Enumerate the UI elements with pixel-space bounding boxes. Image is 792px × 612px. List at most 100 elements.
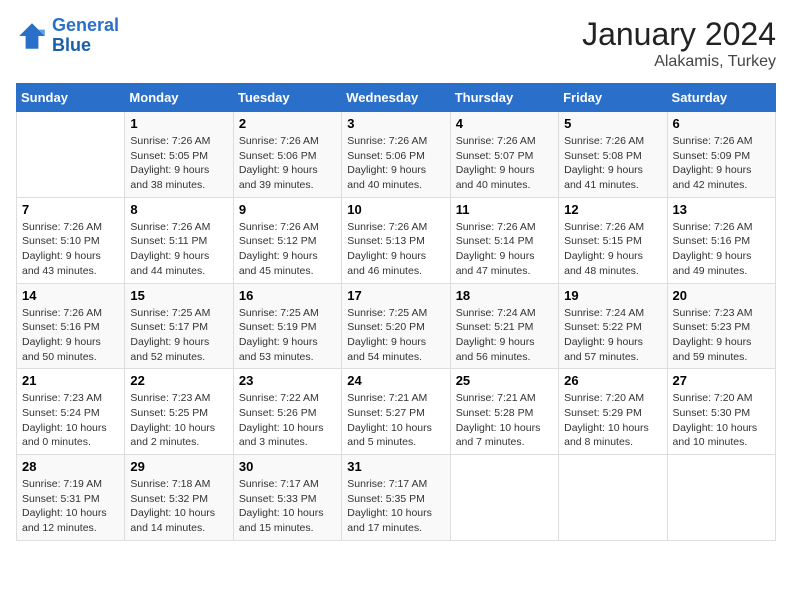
weekday-header-monday: Monday [125,84,233,112]
sunset-text: Sunset: 5:31 PM [22,492,119,507]
day-number: 31 [347,459,444,474]
day-number: 30 [239,459,336,474]
calendar-cell [667,455,775,541]
daylight-text: Daylight: 10 hours and 17 minutes. [347,506,444,535]
calendar-cell: 4 Sunrise: 7:26 AM Sunset: 5:07 PM Dayli… [450,112,558,198]
day-info: Sunrise: 7:24 AM Sunset: 5:21 PM Dayligh… [456,306,553,365]
weekday-header-tuesday: Tuesday [233,84,341,112]
sunrise-text: Sunrise: 7:26 AM [564,134,661,149]
sunrise-text: Sunrise: 7:18 AM [130,477,227,492]
sunrise-text: Sunrise: 7:26 AM [130,220,227,235]
day-info: Sunrise: 7:21 AM Sunset: 5:27 PM Dayligh… [347,391,444,450]
daylight-text: Daylight: 10 hours and 12 minutes. [22,506,119,535]
sunset-text: Sunset: 5:11 PM [130,234,227,249]
calendar-cell: 28 Sunrise: 7:19 AM Sunset: 5:31 PM Dayl… [17,455,125,541]
day-info: Sunrise: 7:26 AM Sunset: 5:05 PM Dayligh… [130,134,227,193]
page-header: General Blue January 2024 Alakamis, Turk… [16,16,776,71]
sunset-text: Sunset: 5:22 PM [564,320,661,335]
sunset-text: Sunset: 5:35 PM [347,492,444,507]
calendar-cell: 23 Sunrise: 7:22 AM Sunset: 5:26 PM Dayl… [233,369,341,455]
day-number: 11 [456,202,553,217]
day-info: Sunrise: 7:20 AM Sunset: 5:29 PM Dayligh… [564,391,661,450]
day-number: 28 [22,459,119,474]
day-number: 13 [673,202,770,217]
sunset-text: Sunset: 5:28 PM [456,406,553,421]
sunrise-text: Sunrise: 7:22 AM [239,391,336,406]
calendar-cell: 11 Sunrise: 7:26 AM Sunset: 5:14 PM Dayl… [450,197,558,283]
daylight-text: Daylight: 9 hours and 46 minutes. [347,249,444,278]
daylight-text: Daylight: 9 hours and 56 minutes. [456,335,553,364]
calendar-cell: 1 Sunrise: 7:26 AM Sunset: 5:05 PM Dayli… [125,112,233,198]
daylight-text: Daylight: 9 hours and 38 minutes. [130,163,227,192]
sunset-text: Sunset: 5:15 PM [564,234,661,249]
calendar-cell: 22 Sunrise: 7:23 AM Sunset: 5:25 PM Dayl… [125,369,233,455]
day-number: 7 [22,202,119,217]
sunset-text: Sunset: 5:33 PM [239,492,336,507]
day-info: Sunrise: 7:26 AM Sunset: 5:16 PM Dayligh… [22,306,119,365]
calendar-cell: 19 Sunrise: 7:24 AM Sunset: 5:22 PM Dayl… [559,283,667,369]
day-number: 19 [564,288,661,303]
sunset-text: Sunset: 5:07 PM [456,149,553,164]
calendar-week-row: 14 Sunrise: 7:26 AM Sunset: 5:16 PM Dayl… [17,283,776,369]
calendar-cell: 29 Sunrise: 7:18 AM Sunset: 5:32 PM Dayl… [125,455,233,541]
calendar-cell: 3 Sunrise: 7:26 AM Sunset: 5:06 PM Dayli… [342,112,450,198]
sunrise-text: Sunrise: 7:25 AM [130,306,227,321]
location-title: Alakamis, Turkey [582,53,776,71]
day-number: 10 [347,202,444,217]
daylight-text: Daylight: 9 hours and 53 minutes. [239,335,336,364]
day-number: 17 [347,288,444,303]
sunset-text: Sunset: 5:06 PM [239,149,336,164]
day-info: Sunrise: 7:26 AM Sunset: 5:15 PM Dayligh… [564,220,661,279]
day-number: 22 [130,373,227,388]
daylight-text: Daylight: 9 hours and 43 minutes. [22,249,119,278]
daylight-text: Daylight: 10 hours and 8 minutes. [564,421,661,450]
day-info: Sunrise: 7:20 AM Sunset: 5:30 PM Dayligh… [673,391,770,450]
calendar-cell: 15 Sunrise: 7:25 AM Sunset: 5:17 PM Dayl… [125,283,233,369]
calendar-cell: 30 Sunrise: 7:17 AM Sunset: 5:33 PM Dayl… [233,455,341,541]
calendar-cell [559,455,667,541]
sunrise-text: Sunrise: 7:26 AM [239,134,336,149]
day-info: Sunrise: 7:23 AM Sunset: 5:24 PM Dayligh… [22,391,119,450]
sunrise-text: Sunrise: 7:23 AM [22,391,119,406]
day-info: Sunrise: 7:26 AM Sunset: 5:08 PM Dayligh… [564,134,661,193]
day-number: 1 [130,116,227,131]
sunrise-text: Sunrise: 7:23 AM [130,391,227,406]
day-number: 26 [564,373,661,388]
day-info: Sunrise: 7:18 AM Sunset: 5:32 PM Dayligh… [130,477,227,536]
daylight-text: Daylight: 10 hours and 7 minutes. [456,421,553,450]
weekday-header-friday: Friday [559,84,667,112]
day-info: Sunrise: 7:26 AM Sunset: 5:13 PM Dayligh… [347,220,444,279]
sunset-text: Sunset: 5:05 PM [130,149,227,164]
day-number: 16 [239,288,336,303]
title-area: January 2024 Alakamis, Turkey [582,16,776,71]
day-number: 9 [239,202,336,217]
sunset-text: Sunset: 5:13 PM [347,234,444,249]
day-info: Sunrise: 7:23 AM Sunset: 5:23 PM Dayligh… [673,306,770,365]
day-info: Sunrise: 7:26 AM Sunset: 5:06 PM Dayligh… [347,134,444,193]
calendar-cell: 2 Sunrise: 7:26 AM Sunset: 5:06 PM Dayli… [233,112,341,198]
calendar-cell: 21 Sunrise: 7:23 AM Sunset: 5:24 PM Dayl… [17,369,125,455]
weekday-header-saturday: Saturday [667,84,775,112]
calendar-cell: 9 Sunrise: 7:26 AM Sunset: 5:12 PM Dayli… [233,197,341,283]
daylight-text: Daylight: 10 hours and 2 minutes. [130,421,227,450]
daylight-text: Daylight: 9 hours and 41 minutes. [564,163,661,192]
calendar-cell [17,112,125,198]
sunrise-text: Sunrise: 7:17 AM [347,477,444,492]
sunset-text: Sunset: 5:16 PM [22,320,119,335]
calendar-cell: 8 Sunrise: 7:26 AM Sunset: 5:11 PM Dayli… [125,197,233,283]
calendar-cell: 14 Sunrise: 7:26 AM Sunset: 5:16 PM Dayl… [17,283,125,369]
sunrise-text: Sunrise: 7:21 AM [347,391,444,406]
calendar-cell [450,455,558,541]
sunset-text: Sunset: 5:25 PM [130,406,227,421]
daylight-text: Daylight: 9 hours and 40 minutes. [456,163,553,192]
day-number: 23 [239,373,336,388]
calendar-cell: 12 Sunrise: 7:26 AM Sunset: 5:15 PM Dayl… [559,197,667,283]
day-info: Sunrise: 7:25 AM Sunset: 5:19 PM Dayligh… [239,306,336,365]
day-number: 4 [456,116,553,131]
sunrise-text: Sunrise: 7:26 AM [673,134,770,149]
weekday-header-row: SundayMondayTuesdayWednesdayThursdayFrid… [17,84,776,112]
day-info: Sunrise: 7:25 AM Sunset: 5:17 PM Dayligh… [130,306,227,365]
day-info: Sunrise: 7:23 AM Sunset: 5:25 PM Dayligh… [130,391,227,450]
day-number: 21 [22,373,119,388]
sunrise-text: Sunrise: 7:21 AM [456,391,553,406]
